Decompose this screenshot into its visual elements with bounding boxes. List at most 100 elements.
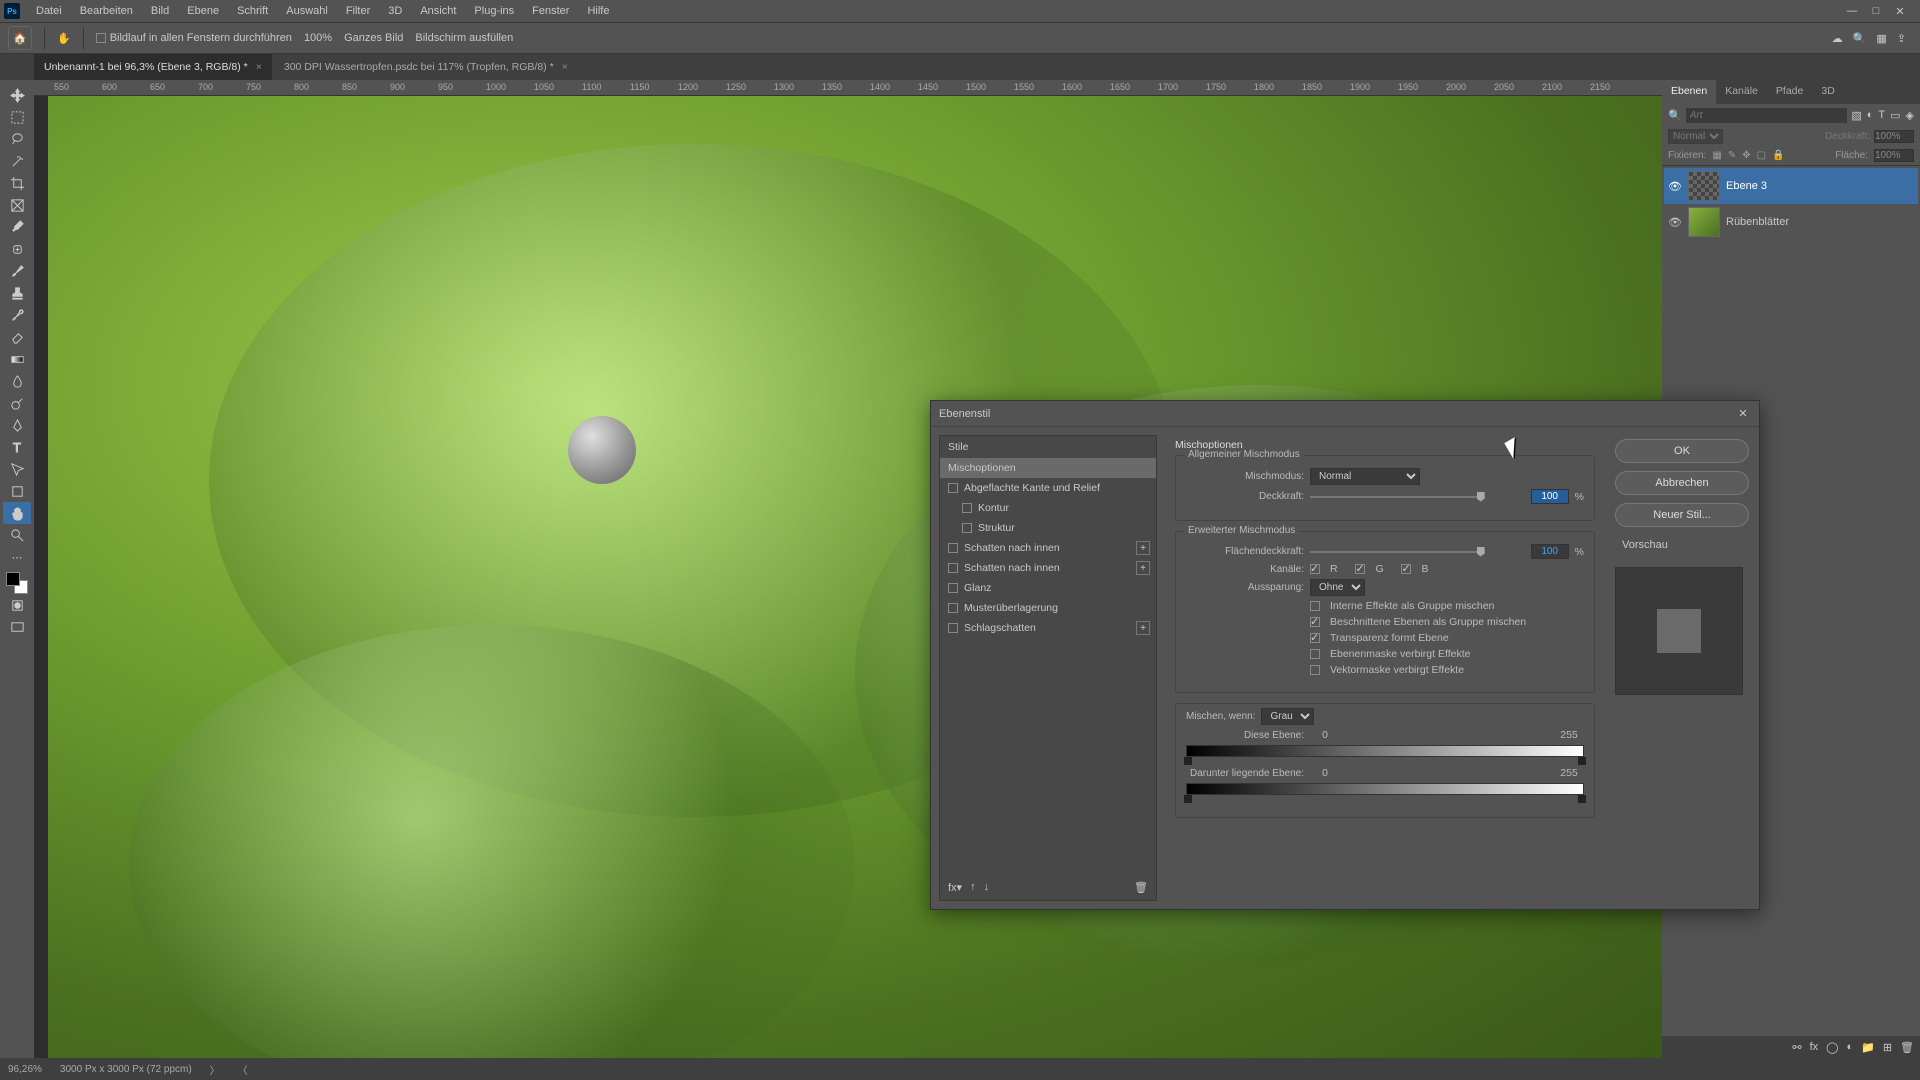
blendmode-select[interactable]: Normal xyxy=(1668,129,1723,144)
mask-icon[interactable]: ◯ xyxy=(1826,1041,1838,1054)
more-tools[interactable]: ⋯ xyxy=(3,546,31,568)
document-tab-1[interactable]: Unbenannt-1 bei 96,3% (Ebene 3, RGB/8) *… xyxy=(34,54,272,80)
pen-tool[interactable] xyxy=(3,414,31,436)
hand-tool-icon[interactable]: ✋ xyxy=(57,32,71,45)
chevron-right-icon[interactable]: 〉 xyxy=(210,1062,220,1077)
filter-smart-icon[interactable]: ◈ xyxy=(1906,109,1914,122)
layer-name[interactable]: Ebene 3 xyxy=(1726,180,1767,192)
menu-hilfe[interactable]: Hilfe xyxy=(579,3,617,19)
under-layer-gradient[interactable] xyxy=(1186,783,1584,795)
path-tool[interactable] xyxy=(3,458,31,480)
lock-artboard-icon[interactable]: ▢ xyxy=(1757,150,1766,161)
delete-icon[interactable]: 🗑 xyxy=(1900,1041,1914,1054)
style-struktur[interactable]: Struktur xyxy=(940,518,1156,538)
filter-shape-icon[interactable]: ▭ xyxy=(1890,109,1900,122)
window-close[interactable]: ✕ xyxy=(1892,5,1908,18)
knockout-select[interactable]: Ohne xyxy=(1310,579,1365,596)
cancel-button[interactable]: Abbrechen xyxy=(1615,471,1749,495)
move-down-icon[interactable]: ↓ xyxy=(984,881,990,894)
blur-tool[interactable] xyxy=(3,370,31,392)
fx-icon[interactable]: fx xyxy=(1810,1041,1819,1053)
ok-button[interactable]: OK xyxy=(1615,439,1749,463)
style-bevel[interactable]: Abgeflachte Kante und Relief xyxy=(940,478,1156,498)
visibility-icon[interactable]: 👁 xyxy=(1668,180,1682,193)
filter-pixel-icon[interactable]: ▧ xyxy=(1851,109,1861,122)
lock-pixels-icon[interactable]: ✎ xyxy=(1728,150,1736,161)
quickmask-tool[interactable] xyxy=(3,594,31,616)
tab-ebenen[interactable]: Ebenen xyxy=(1662,80,1716,104)
hand-tool[interactable] xyxy=(3,502,31,524)
delete-effect-icon[interactable]: 🗑 xyxy=(1134,881,1148,894)
home-icon[interactable]: 🏠 xyxy=(8,26,32,50)
channel-g-checkbox[interactable] xyxy=(1355,564,1365,574)
adv-check-2[interactable] xyxy=(1310,633,1320,643)
dodge-tool[interactable] xyxy=(3,392,31,414)
search-icon[interactable]: 🔍 xyxy=(1853,32,1867,45)
move-tool[interactable] xyxy=(3,84,31,106)
type-tool[interactable]: T xyxy=(3,436,31,458)
menu-datei[interactable]: Datei xyxy=(28,3,70,19)
add-effect-icon[interactable]: + xyxy=(1136,541,1150,555)
crop-tool[interactable] xyxy=(3,172,31,194)
layer-thumbnail[interactable] xyxy=(1688,207,1720,237)
adv-check-1[interactable] xyxy=(1310,617,1320,627)
add-effect-icon[interactable]: + xyxy=(1136,561,1150,575)
menu-plugins[interactable]: Plug-ins xyxy=(466,3,522,19)
filter-type-icon[interactable]: T xyxy=(1878,109,1885,122)
menu-auswahl[interactable]: Auswahl xyxy=(278,3,336,19)
healing-tool[interactable] xyxy=(3,238,31,260)
group-icon[interactable]: 📁 xyxy=(1861,1041,1875,1054)
tab-pfade[interactable]: Pfade xyxy=(1767,80,1812,104)
style-mischoptionen[interactable]: Mischoptionen xyxy=(940,458,1156,478)
filter-adjust-icon[interactable]: ◐ xyxy=(1867,109,1874,122)
style-inner-shadow-2[interactable]: Schatten nach innen+ xyxy=(940,558,1156,578)
doc-info[interactable]: 3000 Px x 3000 Px (72 ppcm) xyxy=(60,1064,192,1075)
close-icon[interactable]: ✕ xyxy=(1735,406,1751,422)
link-layers-icon[interactable]: ⚯ xyxy=(1792,1041,1801,1054)
dialog-titlebar[interactable]: Ebenenstil ✕ xyxy=(931,401,1759,427)
lock-all-icon[interactable]: 🔒 xyxy=(1772,150,1784,161)
style-inner-shadow-1[interactable]: Schatten nach innen+ xyxy=(940,538,1156,558)
menu-3d[interactable]: 3D xyxy=(380,3,410,19)
scroll-all-windows-checkbox[interactable]: Bildlauf in allen Fenstern durchführen xyxy=(96,32,292,44)
fill-opacity-slider[interactable] xyxy=(1310,545,1525,559)
menu-bearbeiten[interactable]: Bearbeiten xyxy=(72,3,141,19)
eyedropper-tool[interactable] xyxy=(3,216,31,238)
window-minimize[interactable]: — xyxy=(1844,5,1860,18)
lasso-tool[interactable] xyxy=(3,128,31,150)
this-layer-gradient[interactable] xyxy=(1186,745,1584,757)
zoom-level[interactable]: 96,26% xyxy=(8,1064,42,1075)
gradient-tool[interactable] xyxy=(3,348,31,370)
arrange-icon[interactable]: ▦ xyxy=(1876,32,1886,45)
layer-thumbnail[interactable] xyxy=(1688,171,1720,201)
tab-3d[interactable]: 3D xyxy=(1812,80,1843,104)
fit-whole-button[interactable]: Ganzes Bild xyxy=(344,32,403,44)
close-tab-icon[interactable]: × xyxy=(562,61,568,73)
channel-b-checkbox[interactable] xyxy=(1401,564,1411,574)
menu-bild[interactable]: Bild xyxy=(143,3,177,19)
adv-check-0[interactable] xyxy=(1310,601,1320,611)
wand-tool[interactable] xyxy=(3,150,31,172)
fill-screen-button[interactable]: Bildschirm ausfüllen xyxy=(415,32,513,44)
shape-tool[interactable] xyxy=(3,480,31,502)
opacity-input[interactable] xyxy=(1874,130,1914,143)
share-icon[interactable]: ⇪ xyxy=(1897,32,1906,45)
cloud-icon[interactable]: ☁ xyxy=(1832,32,1843,45)
brush-tool[interactable] xyxy=(3,260,31,282)
style-kontur[interactable]: Kontur xyxy=(940,498,1156,518)
style-dropshadow[interactable]: Schlagschatten+ xyxy=(940,618,1156,638)
tab-kanaele[interactable]: Kanäle xyxy=(1716,80,1767,104)
layer-row[interactable]: 👁 Ebene 3 xyxy=(1664,168,1918,204)
fill-input[interactable] xyxy=(1874,149,1914,162)
menu-ebene[interactable]: Ebene xyxy=(179,3,227,19)
color-swatch[interactable] xyxy=(6,572,28,594)
fill-opacity-value[interactable]: 100 xyxy=(1531,544,1569,559)
frame-tool[interactable] xyxy=(3,194,31,216)
channel-r-checkbox[interactable] xyxy=(1310,564,1320,574)
menu-filter[interactable]: Filter xyxy=(338,3,378,19)
adv-check-4[interactable] xyxy=(1310,665,1320,675)
close-tab-icon[interactable]: × xyxy=(256,61,262,73)
blendmode-select[interactable]: Normal xyxy=(1310,468,1420,485)
preview-checkbox[interactable]: Vorschau xyxy=(1615,535,1749,555)
visibility-icon[interactable]: 👁 xyxy=(1668,216,1682,229)
